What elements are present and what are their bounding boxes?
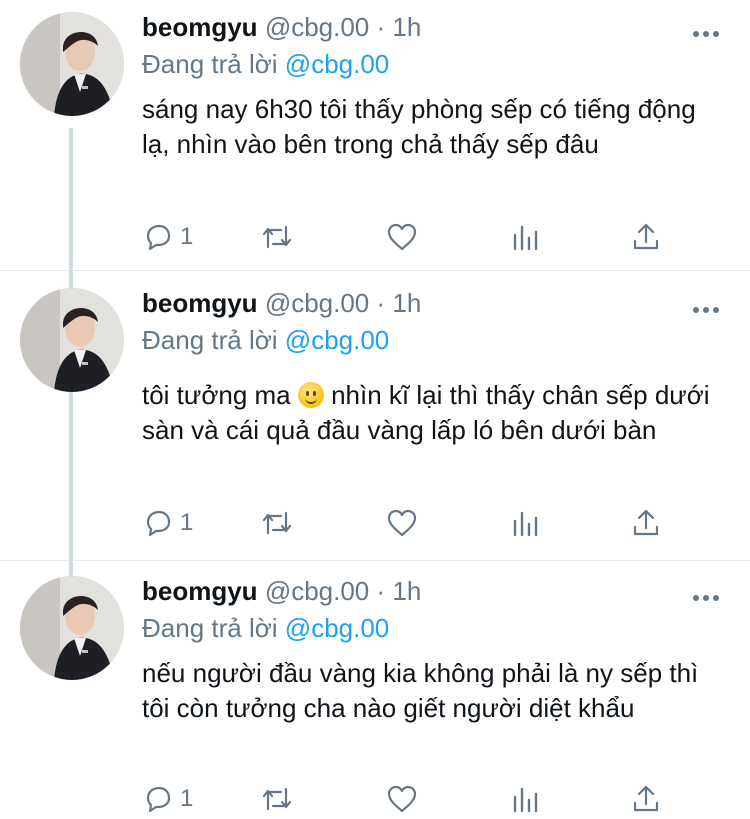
reply-button[interactable]: 1 (142, 506, 193, 540)
tweet[interactable]: beomgyu @cbg.00 · 1h Đang trả lời @cbg.0… (0, 560, 750, 819)
timestamp[interactable]: 1h (392, 576, 421, 606)
display-name[interactable]: beomgyu (142, 12, 258, 42)
tweet-text: sáng nay 6h30 tôi thấy phòng sếp có tiến… (142, 94, 696, 159)
timestamp[interactable]: 1h (392, 288, 421, 318)
analytics-button[interactable] (510, 220, 540, 254)
reply-count: 1 (180, 223, 194, 250)
reply-mention-link[interactable]: @cbg.00 (285, 325, 389, 355)
reply-button[interactable]: 1 (142, 782, 193, 816)
slightly-smiling-face-icon (297, 382, 324, 408)
separator: · (376, 288, 386, 318)
replying-to-label: Đang trả lời (142, 613, 278, 643)
tweet-header: beomgyu @cbg.00 · 1h (142, 576, 421, 607)
more-icon[interactable] (692, 301, 720, 319)
thread-line (69, 560, 73, 576)
thread-line (69, 270, 73, 288)
analytics-icon (510, 783, 540, 815)
retweet-button[interactable] (259, 220, 295, 254)
share-button[interactable] (630, 782, 662, 816)
reply-mention-link[interactable]: @cbg.00 (285, 49, 389, 79)
analytics-icon (510, 221, 540, 253)
reply-mention-link[interactable]: @cbg.00 (285, 613, 389, 643)
share-button[interactable] (630, 220, 662, 254)
like-icon (385, 507, 419, 539)
replying-to-label: Đang trả lời (142, 325, 278, 355)
reply-icon (142, 783, 174, 815)
analytics-button[interactable] (510, 782, 540, 816)
share-icon (630, 221, 662, 253)
avatar[interactable] (20, 576, 124, 680)
analytics-button[interactable] (510, 506, 540, 540)
retweet-button[interactable] (259, 782, 295, 816)
tweet-text: nếu người đầu vàng kia không phải là ny … (142, 658, 699, 723)
replying-to-label: Đang trả lời (142, 49, 278, 79)
reply-button[interactable]: 1 (142, 220, 193, 254)
replying-to: Đang trả lời @cbg.00 (142, 49, 389, 80)
user-handle[interactable]: @cbg.00 (265, 12, 369, 42)
tweet[interactable]: beomgyu @cbg.00 · 1h Đang trả lời @cbg.0… (0, 270, 750, 560)
replying-to: Đang trả lời @cbg.00 (142, 325, 389, 356)
user-handle[interactable]: @cbg.00 (265, 288, 369, 318)
tweet-header: beomgyu @cbg.00 · 1h (142, 288, 421, 319)
replying-to: Đang trả lời @cbg.00 (142, 613, 389, 644)
user-handle[interactable]: @cbg.00 (265, 576, 369, 606)
tweet-text-part: tôi tưởng ma (142, 380, 291, 410)
retweet-button[interactable] (259, 506, 295, 540)
more-icon[interactable] (692, 589, 720, 607)
reply-icon (142, 221, 174, 253)
like-button[interactable] (385, 506, 419, 540)
retweet-icon (259, 507, 295, 539)
tweet-actions: 1 (142, 506, 682, 540)
retweet-icon (259, 221, 295, 253)
analytics-icon (510, 507, 540, 539)
like-button[interactable] (385, 220, 419, 254)
tweet-text: tôi tưởng ma nhìn kĩ lại thì thấy chân s… (142, 378, 722, 448)
retweet-icon (259, 783, 295, 815)
tweet[interactable]: beomgyu @cbg.00 · 1h Đang trả lời @cbg.0… (0, 0, 750, 270)
reply-count: 1 (180, 509, 194, 536)
separator: · (376, 12, 386, 42)
avatar[interactable] (20, 12, 124, 116)
thread-line (69, 128, 73, 270)
reply-icon (142, 507, 174, 539)
thread-line (69, 392, 73, 560)
share-button[interactable] (630, 506, 662, 540)
display-name[interactable]: beomgyu (142, 576, 258, 606)
share-icon (630, 783, 662, 815)
tweet-actions: 1 (142, 782, 682, 816)
avatar[interactable] (20, 288, 124, 392)
tweet-header: beomgyu @cbg.00 · 1h (142, 12, 421, 43)
display-name[interactable]: beomgyu (142, 288, 258, 318)
tweet-actions: 1 (142, 220, 682, 254)
like-button[interactable] (385, 782, 419, 816)
timestamp[interactable]: 1h (392, 12, 421, 42)
reply-count: 1 (180, 785, 194, 812)
separator: · (376, 576, 386, 606)
more-icon[interactable] (692, 25, 720, 43)
like-icon (385, 783, 419, 815)
share-icon (630, 507, 662, 539)
like-icon (385, 221, 419, 253)
